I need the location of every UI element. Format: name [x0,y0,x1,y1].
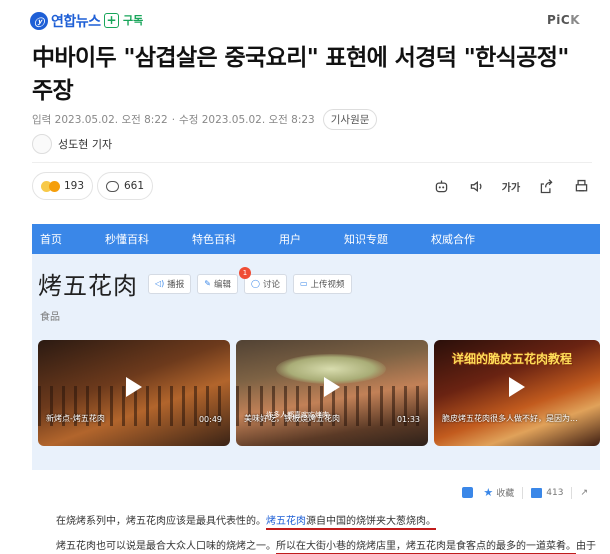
embed-nav-bar: 首页 秒懂百科 特色百科 用户 知识专题 权威合作 [32,224,600,254]
article-title-line1: 中바이두 "삼겹살은 중국요리" 표현에 서경덕 "한식공정" [32,45,569,71]
paragraph-text: 在烧烤系列中，烤五花肉应该是最具代表性的。 [56,516,266,527]
subscribe-label: 구독 [123,14,144,27]
article-meta: 입력 2023.05.02. 오전 8:22 · 수정 2023.05.02. … [32,109,378,130]
video-caption: 新烤点-烤五花肉 [46,414,105,423]
embed-paragraph: 在烧烤系列中，烤五花肉应该是最具代表性的。烤五花肉源自中国的烧饼夹大葱烧肉。 [56,512,436,530]
play-icon [509,376,525,397]
embed-paragraph: 烤五花肉也可以说是最合大众人口味的烧烤之一。所以在大街小巷的烧烤店里，烤五花肉是… [56,537,596,554]
top-bar: ⓨ 연합뉴스 + 구독 PiCK [0,0,610,44]
comment-icon [106,180,119,192]
underlined-claim-rest: 源自中国的烧饼夹大葱烧肉。 [306,516,436,527]
reaction-button[interactable]: 193 [32,172,94,200]
reporter-info[interactable]: 성도현 기자 [32,134,112,154]
reaction-emoji-icon [41,180,60,192]
original-article-button[interactable]: 기사원문 [322,109,378,130]
like-count: 413 [546,487,564,498]
play-icon [324,376,340,397]
article-title-line2: 주장 [32,78,74,104]
embed-nav-item: 首页 [40,233,62,246]
embed-broadcast-label: 播报 [167,279,185,290]
plus-icon: + [104,12,119,28]
embed-nav-item: 秒懂百科 [105,233,149,246]
published-date: 입력 2023.05.02. 오전 8:22 [32,114,168,126]
video-caption: 脆皮烤五花肉很多人做不好，是因为... [442,414,578,423]
pick-label-k: K [570,13,580,27]
font-size-label: 가가 [501,182,521,194]
speaker-icon: ◁) [155,279,165,288]
embed-nav-item: 权威合作 [431,233,475,246]
play-icon [126,376,142,397]
modified-date: 수정 2023.05.02. 오전 8:23 [179,114,315,126]
pick-label: PiC [546,13,571,27]
embedded-screenshot: 首页 秒懂百科 特色百科 用户 知识专题 权威合作 烤五花肉 ◁) 播报 ✎ 编辑 … [32,224,600,470]
embed-discuss-button: 1 ◯ 讨论 [239,266,287,294]
thumbs-up-icon [531,487,543,498]
video-duration: 01:33 [396,415,420,424]
article-title: 中바이두 "삼겹살은 중국요리" 표현에 서경덕 "한식공정" 주장 [32,42,602,108]
print-button[interactable] [570,176,592,196]
share-button[interactable] [535,176,557,196]
video-thumbnail: 详细的脆皮五花肉教程 脆皮烤五花肉很多人做不好，是因为... [434,340,600,446]
chat-icon: ◯ [251,279,260,288]
comment-button[interactable]: 661 [97,172,154,200]
embed-article-tools: ★ 收藏 413 ↗ [462,486,588,499]
reporter-avatar [32,134,52,154]
embed-page-title: 烤五花肉 [38,272,138,300]
embed-title-row: 烤五花肉 ◁) 播报 ✎ 编辑 1 ◯ 讨论 ▭ 上传视频 [38,266,358,301]
toolbar-divider [522,486,524,499]
reporter-name: 성도현 기자 [58,138,113,151]
divider [32,162,592,163]
reaction-count: 193 [64,180,85,192]
article-toolbar: 가가 [417,176,592,196]
share-small-icon: ↗ [580,487,588,498]
press-name: 연합뉴스 [51,14,101,30]
embed-broadcast-button: ◁) 播报 [148,273,192,294]
video-duration: 00:49 [198,415,222,424]
embed-category: 食品 [40,312,60,323]
subscribe-button[interactable]: + 구독 [104,12,143,28]
embed-nav-item: 特色百科 [192,233,236,246]
embed-edit-button: ✎ 编辑 [197,273,239,294]
pencil-icon: ✎ [204,279,211,288]
highlighted-term: 烤五花肉 [266,516,306,527]
pick-badge[interactable]: PiCK [547,13,580,27]
embed-upload-button: ▭ 上传视频 [292,273,352,294]
video-icon: ▭ [299,279,308,288]
yonhap-logo[interactable]: ⓨ 연합뉴스 [30,11,101,31]
speaker-icon [470,180,481,192]
print-icon [575,179,587,191]
toolbar-divider [571,486,573,499]
video-overlay-title: 详细的脆皮五花肉教程 [452,352,573,366]
embed-discuss-label: 讨论 [262,279,280,290]
listen-button[interactable] [465,176,487,196]
notification-badge: 1 [239,266,252,279]
font-size-button[interactable]: 가가 [500,176,522,196]
favorite-label: 收藏 [496,489,515,499]
video-thumbnail: 美味好吃，铁板烧烤五花肉 01:33 许多人都喜欢吃烤肉 [236,340,428,446]
add-icon [462,487,474,498]
comment-count: 661 [124,180,145,192]
paragraph-text: 烤五花肉也可以说是最合大众人口味的烧烤之一。 [56,541,276,552]
star-icon: ★ [483,486,494,499]
share-icon [540,178,553,193]
embed-nav-item: 用户 [279,233,301,246]
underlined-claim: 烤五花肉源自中国的烧饼夹大葱烧肉。 [266,516,436,530]
yonhap-logo-icon: ⓨ [30,12,48,30]
meta-separator: · [171,113,176,126]
paragraph-text: 由于 [576,541,596,552]
underlined-claim: 所以在大街小巷的烧烤店里，烤五花肉是食客点的最多的一道菜肴。 [276,541,576,554]
video-subtitle: 许多人都喜欢吃烤肉 [266,411,329,419]
embed-edit-label: 编辑 [214,279,232,290]
summary-bot-button[interactable] [430,176,452,196]
embed-nav-item: 知识专题 [344,233,388,246]
video-thumbnail: 新烤点-烤五花肉 00:49 [38,340,230,446]
robot-icon [435,180,447,192]
embed-upload-label: 上传视频 [310,279,345,290]
